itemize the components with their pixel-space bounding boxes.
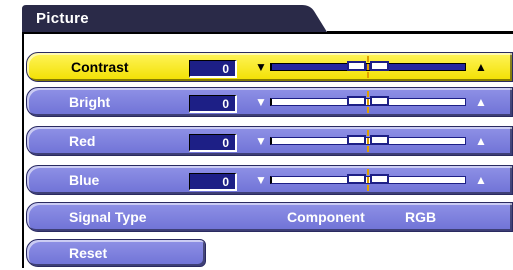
menu-row-signal-type[interactable]: Signal Type Component RGB xyxy=(26,202,513,232)
center-marker xyxy=(367,56,369,78)
row-background: Blue 0 ▼ ▲ xyxy=(26,165,513,195)
value-readout: 0 xyxy=(222,62,229,76)
value-box: 0 xyxy=(189,95,237,113)
value-readout: 0 xyxy=(222,97,229,111)
up-triangle-icon[interactable]: ▲ xyxy=(475,134,487,148)
down-triangle-icon[interactable]: ▼ xyxy=(255,95,267,109)
row-label: Red xyxy=(69,133,96,149)
menu-row-contrast[interactable]: Contrast 0 ▼ ▲ xyxy=(26,52,513,82)
center-marker xyxy=(367,169,369,191)
signal-option-rgb[interactable]: RGB xyxy=(405,209,436,225)
adjust-slider-track[interactable] xyxy=(270,91,466,113)
row-background: Contrast 0 ▼ ▲ xyxy=(26,52,513,82)
row-label: Blue xyxy=(69,172,100,188)
adjust-slider-track[interactable] xyxy=(270,56,466,78)
value-readout: 0 xyxy=(222,136,229,150)
center-marker xyxy=(367,130,369,152)
adjust-slider-track[interactable] xyxy=(270,169,466,191)
value-box: 0 xyxy=(189,60,237,78)
row-label: Contrast xyxy=(71,59,129,75)
row-background: Signal Type Component RGB xyxy=(26,202,513,232)
value-box: 0 xyxy=(189,173,237,191)
reset-label: Reset xyxy=(69,245,108,261)
value-box: 0 xyxy=(189,134,237,152)
row-label: Bright xyxy=(69,94,111,110)
row-label: Signal Type xyxy=(69,209,147,225)
menu-row-red[interactable]: Red 0 ▼ ▲ xyxy=(26,126,513,156)
down-triangle-icon[interactable]: ▼ xyxy=(255,60,267,74)
up-triangle-icon[interactable]: ▲ xyxy=(475,173,487,187)
menu-row-bright[interactable]: Bright 0 ▼ ▲ xyxy=(26,87,513,117)
down-triangle-icon[interactable]: ▼ xyxy=(255,173,267,187)
menu-title: Picture xyxy=(36,10,89,27)
up-triangle-icon[interactable]: ▲ xyxy=(475,60,487,74)
signal-option-component[interactable]: Component xyxy=(287,209,365,225)
adjust-slider-track[interactable] xyxy=(270,130,466,152)
menu-row-blue[interactable]: Blue 0 ▼ ▲ xyxy=(26,165,513,195)
center-marker xyxy=(367,91,369,113)
menu-frame-left xyxy=(22,32,24,268)
up-triangle-icon[interactable]: ▲ xyxy=(475,95,487,109)
down-triangle-icon[interactable]: ▼ xyxy=(255,134,267,148)
value-readout: 0 xyxy=(222,175,229,189)
tab-shape xyxy=(22,5,513,33)
row-background: Red 0 ▼ ▲ xyxy=(26,126,513,156)
row-background: Bright 0 ▼ ▲ xyxy=(26,87,513,117)
reset-button[interactable]: Reset xyxy=(26,239,206,267)
